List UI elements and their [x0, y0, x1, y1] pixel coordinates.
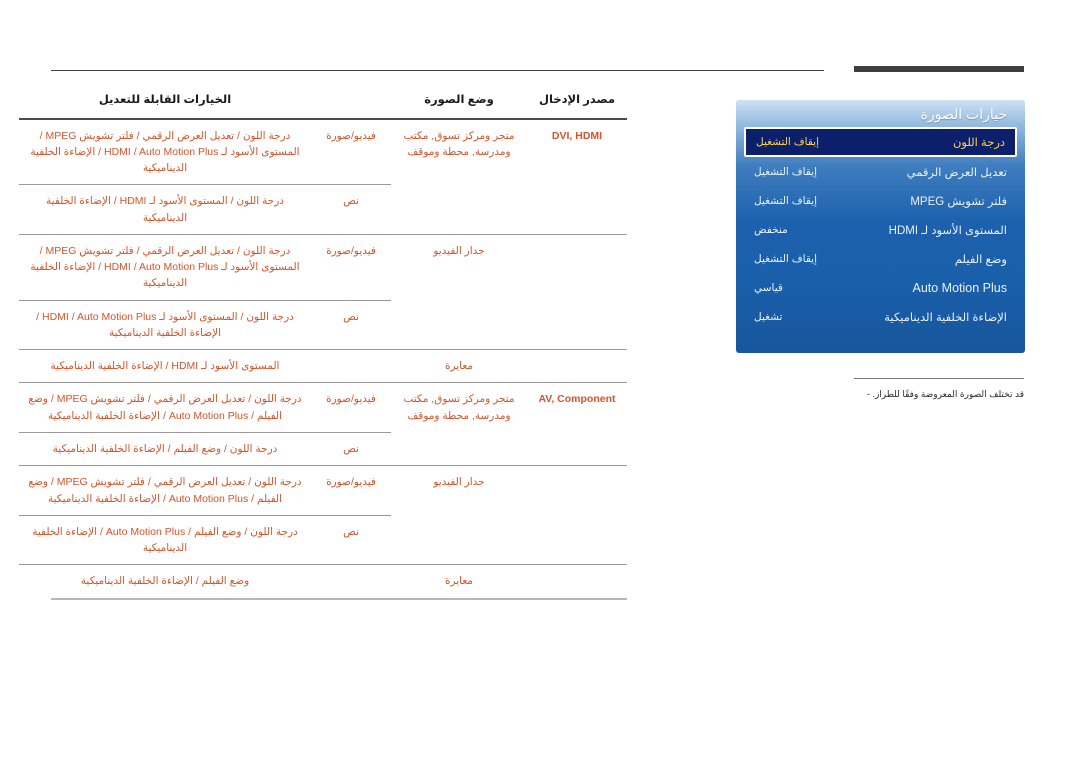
cell-options: درجة اللون / المستوى الأسود لـ HDMI / ال… [19, 184, 311, 235]
cell-content-type: نص [311, 184, 391, 235]
cell-picture-mode: متجر ومركز تسوق, مكتب ومدرسة, محطة وموقف [403, 129, 515, 158]
cell-options: درجة اللون / وضع الفيلم / Auto Motion Pl… [19, 514, 311, 565]
table-body: DVI, HDMI متجر ومركز تسوق, مكتب ومدرسة, … [19, 119, 627, 598]
table-row: جدار الفيديو فيديو/صورة درجة اللون / تعد… [19, 233, 627, 301]
cell-content-type: فيديو/صورة [311, 465, 391, 516]
cell-options: وضع الفيلم / الإضاءة الخلفية الديناميكية [19, 564, 311, 598]
cell-content-type: فيديو/صورة [326, 129, 376, 142]
table-head: مصدر الإدخال وضع الصورة الخيارات القابلة… [19, 90, 627, 119]
note-divider [854, 378, 1024, 379]
cell-input-source [527, 233, 627, 301]
column-header-input-source: مصدر الإدخال [539, 94, 615, 106]
cell-picture-mode: معايرة [391, 349, 527, 383]
cell-input-source [527, 515, 627, 565]
osd-item-label: درجة اللون [952, 137, 1005, 149]
cell-picture-mode: جدار الفيديو [391, 233, 527, 301]
osd-item-value[interactable]: إيقاف التشغيل [754, 166, 817, 178]
page-divider-left [51, 70, 824, 71]
osd-menu-item-hdmi-black-level[interactable]: المستوى الأسود لـ HDMI منخفض [744, 215, 1017, 244]
cell-options: درجة اللون / وضع الفيلم / الإضاءة الخلفي… [19, 431, 311, 466]
cell-content-type: نص [311, 514, 391, 565]
adjustable-options-table: مصدر الإدخال وضع الصورة الخيارات القابلة… [19, 90, 627, 598]
table-row: نص درجة اللون / المستوى الأسود لـ HDMI /… [19, 184, 627, 235]
page-divider-right [854, 66, 1024, 72]
osd-item-label: وضع الفيلم [954, 253, 1007, 266]
adjustable-options-table-container: مصدر الإدخال وضع الصورة الخيارات القابلة… [19, 90, 627, 600]
model-disclaimer-note: قد تختلف الصورة المعروضة وفقًا للطراز. - [760, 388, 1024, 401]
table-row: معايرة المستوى الأسود لـ HDMI / الإضاءة … [19, 349, 627, 383]
cell-options: المستوى الأسود لـ HDMI / الإضاءة الخلفية… [19, 349, 311, 383]
cell-input-source [527, 432, 627, 465]
cell-input-source: AV, Component [527, 382, 627, 433]
cell-picture-mode [391, 300, 527, 350]
table-row: نص درجة اللون / المستوى الأسود لـ HDMI /… [19, 299, 627, 350]
osd-item-value[interactable]: قياسي [754, 282, 783, 294]
cell-input-source [527, 465, 627, 516]
table-header-row: مصدر الإدخال وضع الصورة الخيارات القابلة… [19, 90, 627, 119]
osd-item-label: فلتر تشويش MPEG [910, 195, 1007, 208]
osd-item-label: المستوى الأسود لـ HDMI [888, 224, 1007, 237]
osd-item-value[interactable]: تشغيل [754, 311, 782, 323]
cell-content-type: فيديو/صورة [311, 233, 391, 301]
cell-input-source [527, 349, 627, 383]
cell-content-type: فيديو/صورة [311, 382, 391, 433]
osd-item-label: تعديل العرض الرقمي [906, 166, 1007, 179]
note-body: قد تختلف الصورة المعروضة وفقًا للطراز. [872, 389, 1024, 399]
cell-options: درجة اللون / تعديل العرض الرقمي / فلتر ت… [19, 233, 311, 301]
osd-menu-item-digital-clean-view[interactable]: تعديل العرض الرقمي إيقاف التشغيل [744, 157, 1017, 186]
osd-menu-item-film-mode[interactable]: وضع الفيلم إيقاف التشغيل [744, 244, 1017, 273]
cell-options: درجة اللون / تعديل العرض الرقمي / فلتر ت… [30, 129, 300, 175]
osd-item-label: Auto Motion Plus [912, 280, 1008, 295]
table-row: نص درجة اللون / وضع الفيلم / Auto Motion… [19, 514, 627, 565]
osd-menu-item-mpeg-noise-filter[interactable]: فلتر تشويش MPEG إيقاف التشغيل [744, 186, 1017, 215]
cell-options: درجة اللون / تعديل العرض الرقمي / فلتر ت… [19, 465, 311, 516]
cell-input-source [527, 185, 627, 235]
cell-picture-mode: معايرة [391, 564, 527, 598]
cell-input-source [527, 300, 627, 350]
cell-content-type: نص [311, 431, 391, 466]
cell-picture-mode [391, 432, 527, 465]
table-row: نص درجة اللون / وضع الفيلم / الإضاءة الخ… [19, 431, 627, 466]
note-dash: - [866, 389, 870, 399]
osd-panel-title: خيارات الصورة [920, 106, 1007, 122]
cell-picture-mode [391, 515, 527, 565]
table-row: DVI, HDMI متجر ومركز تسوق, مكتب ومدرسة, … [19, 119, 627, 185]
osd-menu-item-auto-motion-plus[interactable]: Auto Motion Plus قياسي [744, 273, 1017, 302]
table-bottom-border [51, 597, 627, 600]
cell-picture-mode: متجر ومركز تسوق, مكتب ومدرسة, محطة وموقف [391, 382, 527, 433]
osd-item-value[interactable]: إيقاف التشغيل [754, 195, 817, 207]
cell-content-type [311, 564, 391, 598]
osd-menu-item-color-tone[interactable]: درجة اللون إيقاف التشغيل [744, 127, 1017, 157]
osd-item-label: الإضاءة الخلفية الديناميكية [884, 311, 1007, 324]
cell-options: درجة اللون / المستوى الأسود لـ HDMI / Au… [19, 299, 311, 350]
cell-content-type: نص [311, 299, 391, 350]
cell-input-source [527, 564, 627, 598]
osd-picture-options-panel: خيارات الصورة درجة اللون إيقاف التشغيل ت… [736, 100, 1025, 353]
cell-options: درجة اللون / تعديل العرض الرقمي / فلتر ت… [19, 382, 311, 433]
osd-menu-list: درجة اللون إيقاف التشغيل تعديل العرض الر… [736, 127, 1025, 331]
osd-item-value[interactable]: إيقاف التشغيل [754, 253, 817, 265]
cell-input-source: DVI, HDMI [551, 129, 603, 142]
osd-item-value[interactable]: إيقاف التشغيل [756, 136, 819, 148]
cell-picture-mode [391, 185, 527, 235]
column-header-spacer [311, 90, 391, 119]
cell-content-type [311, 349, 391, 383]
osd-menu-item-dynamic-backlight[interactable]: الإضاءة الخلفية الديناميكية تشغيل [744, 302, 1017, 331]
column-header-options: الخيارات القابلة للتعديل [98, 94, 232, 106]
table-row: AV, Component متجر ومركز تسوق, مكتب ومدر… [19, 382, 627, 433]
cell-picture-mode: جدار الفيديو [391, 465, 527, 516]
table-row: جدار الفيديو فيديو/صورة درجة اللون / تعد… [19, 465, 627, 516]
column-header-picture-mode: وضع الصورة [424, 94, 494, 106]
osd-item-value[interactable]: منخفض [754, 224, 788, 236]
table-row: معايرة وضع الفيلم / الإضاءة الخلفية الدي… [19, 564, 627, 598]
